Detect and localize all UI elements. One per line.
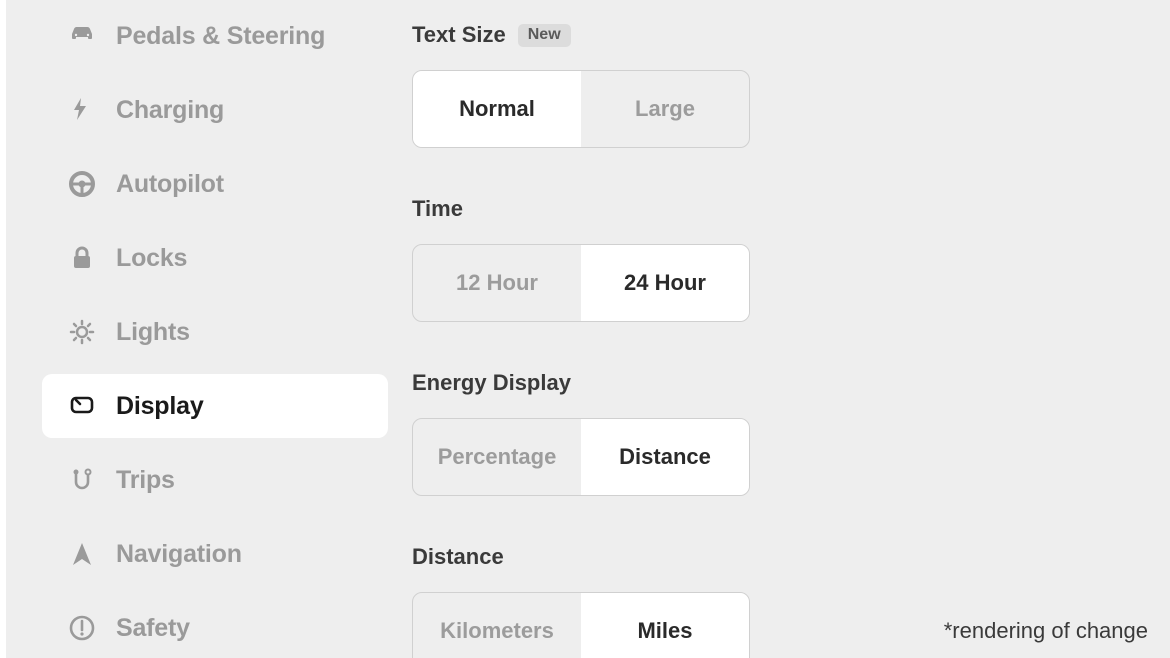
lock-icon [68, 244, 116, 272]
segmented-energy-display: PercentageDistance [412, 418, 750, 496]
setting-group-energy-display: Energy Display PercentageDistance [412, 370, 1170, 496]
sidebar-item-label: Safety [116, 614, 190, 643]
sidebar-item-label: Charging [116, 96, 224, 125]
segment-distance[interactable]: Distance [581, 419, 749, 495]
segment-24-hour[interactable]: 24 Hour [581, 245, 749, 321]
steering-wheel-icon [68, 170, 116, 198]
footnote: *rendering of change [944, 618, 1148, 644]
sidebar-item-label: Locks [116, 244, 187, 273]
sidebar-item-autopilot[interactable]: Autopilot [42, 152, 388, 216]
segmented-time: 12 Hour24 Hour [412, 244, 750, 322]
car-icon [68, 22, 116, 50]
sidebar: Pedals & Steering Charging Autopilot Locks L… [6, 0, 406, 658]
display-icon [68, 392, 116, 420]
segment-miles[interactable]: Miles [581, 593, 749, 658]
sidebar-item-label: Navigation [116, 540, 242, 569]
settings-content: Text Size New NormalLarge Time 12 Hour24 Hou… [406, 0, 1170, 658]
setting-header: Distance [412, 544, 1170, 570]
sidebar-item-label: Trips [116, 466, 175, 495]
sidebar-item-charging[interactable]: Charging [42, 78, 388, 142]
sidebar-item-label: Pedals & Steering [116, 22, 325, 51]
segment-12-hour[interactable]: 12 Hour [413, 245, 581, 321]
segment-large[interactable]: Large [581, 71, 749, 147]
setting-header: Time [412, 196, 1170, 222]
setting-label: Text Size [412, 22, 506, 48]
trips-icon [68, 466, 116, 494]
sidebar-item-lights[interactable]: Lights [42, 300, 388, 364]
new-badge: New [518, 24, 571, 47]
setting-label: Energy Display [412, 370, 571, 396]
sidebar-item-label: Lights [116, 318, 190, 347]
setting-header: Text Size New [412, 22, 1170, 48]
sidebar-item-label: Autopilot [116, 170, 224, 199]
segmented-distance: KilometersMiles [412, 592, 750, 658]
setting-group-text-size: Text Size New NormalLarge [412, 22, 1170, 148]
setting-group-time: Time 12 Hour24 Hour [412, 196, 1170, 322]
sidebar-item-display[interactable]: Display [42, 374, 388, 438]
sidebar-item-trips[interactable]: Trips [42, 448, 388, 512]
segment-normal[interactable]: Normal [413, 71, 581, 147]
sidebar-item-locks[interactable]: Locks [42, 226, 388, 290]
lights-icon [68, 318, 116, 346]
setting-label: Distance [412, 544, 504, 570]
sidebar-item-safety[interactable]: Safety [42, 596, 388, 658]
segmented-text-size: NormalLarge [412, 70, 750, 148]
sidebar-item-pedals-steering[interactable]: Pedals & Steering [42, 4, 388, 68]
sidebar-item-navigation[interactable]: Navigation [42, 522, 388, 586]
segment-percentage[interactable]: Percentage [413, 419, 581, 495]
segment-kilometers[interactable]: Kilometers [413, 593, 581, 658]
setting-header: Energy Display [412, 370, 1170, 396]
bolt-icon [68, 96, 116, 124]
setting-label: Time [412, 196, 463, 222]
navigation-icon [68, 540, 116, 568]
safety-icon [68, 614, 116, 642]
sidebar-item-label: Display [116, 392, 204, 421]
